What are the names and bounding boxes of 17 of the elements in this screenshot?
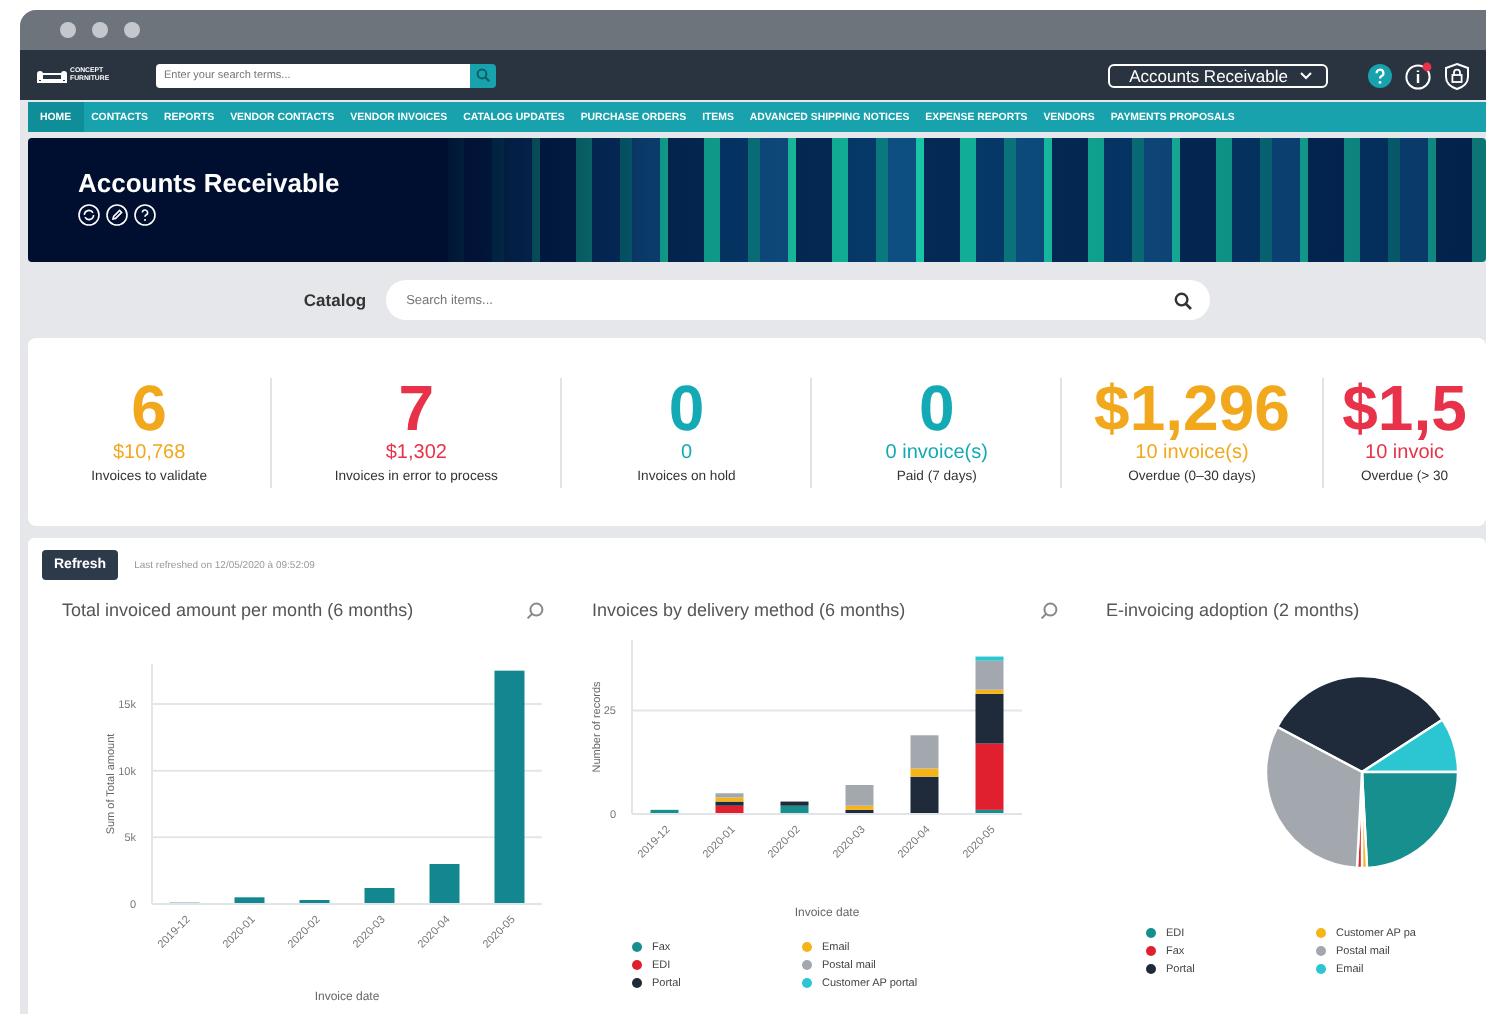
kpi-value: 0 <box>918 376 955 440</box>
kpi-value: $1,5 <box>1342 376 1467 440</box>
kpi-amount: 0 <box>680 440 692 466</box>
kpi-value: 7 <box>398 376 435 440</box>
kpi-amount: $10,768 <box>113 440 186 466</box>
catalog-label: Catalog <box>303 290 367 310</box>
chart-title: Invoices by delivery method (6 months) <box>592 600 906 620</box>
kpi-amount: $1,302 <box>385 440 447 466</box>
kpi-amount: 0 invoice(s) <box>885 440 988 466</box>
kpi-amount: 10 invoice(s) <box>1135 440 1249 466</box>
chart-title: Total invoiced amount per month (6 months) <box>62 600 414 620</box>
kpi-value: 6 <box>131 376 167 440</box>
chart-title: E-invoicing adoption (2 months) <box>1106 600 1360 620</box>
kpi-value: $1,296 <box>1094 376 1290 440</box>
page-title: Accounts Receivable <box>78 168 342 198</box>
kpi-value: 0 <box>668 376 705 440</box>
kpi-amount: 10 invoic <box>1365 440 1444 466</box>
